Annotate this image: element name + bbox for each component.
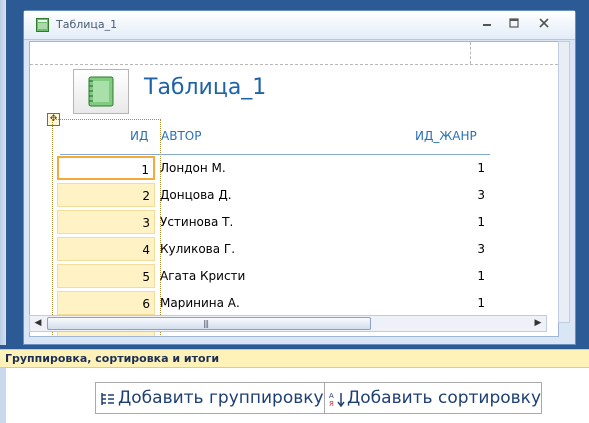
add-sorting-label: Добавить сортировку bbox=[347, 388, 542, 408]
table-icon bbox=[36, 18, 49, 32]
author-cell[interactable]: Донцова Д. bbox=[160, 188, 232, 202]
author-cell[interactable]: Маринина А. bbox=[160, 296, 240, 310]
maximize-icon bbox=[509, 18, 519, 28]
vertical-scrollbar[interactable] bbox=[558, 41, 570, 323]
scroll-thumb[interactable]: ||| bbox=[47, 317, 371, 330]
author-cell[interactable]: Куликова Г. bbox=[160, 242, 235, 256]
id-cell[interactable]: 3 bbox=[57, 210, 155, 234]
group-sort-panel: Добавить группировку A Я Добавить сортир… bbox=[0, 368, 589, 423]
table-row: 5 Агата Кристи 1 bbox=[30, 263, 558, 290]
table-row: 3 Устинова Т. 1 bbox=[30, 209, 558, 236]
grip-icon: ||| bbox=[203, 319, 209, 328]
section-divider bbox=[30, 64, 558, 65]
close-icon bbox=[539, 18, 549, 28]
horizontal-scrollbar[interactable]: ◀ ||| ▶ bbox=[29, 315, 547, 332]
author-cell[interactable]: Лондон М. bbox=[160, 161, 226, 175]
genre-cell[interactable]: 1 bbox=[470, 161, 485, 175]
notebook-icon bbox=[88, 76, 114, 107]
id-cell[interactable]: 4 bbox=[57, 237, 155, 261]
add-sorting-button[interactable]: A Я Добавить сортировку bbox=[324, 382, 542, 414]
genre-cell[interactable]: 1 bbox=[470, 269, 485, 283]
minimize-icon bbox=[483, 24, 491, 26]
genre-cell[interactable]: 3 bbox=[470, 188, 485, 202]
id-cell[interactable]: 2 bbox=[57, 183, 155, 207]
margin-guide bbox=[470, 42, 471, 64]
svg-text:Я: Я bbox=[329, 400, 334, 407]
author-cell[interactable]: Устинова Т. bbox=[160, 215, 233, 229]
genre-cell[interactable]: 3 bbox=[470, 242, 485, 256]
grouping-icon bbox=[101, 393, 114, 405]
table-row: 6 Маринина А. 1 bbox=[30, 290, 558, 317]
report-title[interactable]: Таблица_1 bbox=[144, 75, 266, 100]
header-id[interactable]: ИД bbox=[130, 129, 148, 143]
table-row: 4 Куликова Г. 3 bbox=[30, 236, 558, 263]
table-row: 1 Лондон М. 1 bbox=[30, 155, 558, 182]
window-titlebar: Таблица_1 bbox=[24, 11, 575, 40]
sort-az-icon: A Я bbox=[329, 392, 345, 407]
genre-cell[interactable]: 1 bbox=[470, 215, 485, 229]
header-author[interactable]: АВТОР bbox=[161, 129, 201, 143]
id-cell[interactable]: 5 bbox=[57, 264, 155, 288]
group-sort-panel-title: Группировка, сортировка и итоги bbox=[5, 352, 220, 365]
report-window: Таблица_1 Таблица_1 ✥ ИД АВТОР ИД_ЖАНР 1… bbox=[23, 10, 576, 345]
header-genre-id[interactable]: ИД_ЖАНР bbox=[415, 129, 477, 143]
report-logo-box[interactable] bbox=[73, 69, 129, 114]
scroll-right-icon[interactable]: ▶ bbox=[532, 317, 544, 330]
author-cell[interactable]: Агата Кристи bbox=[160, 269, 245, 283]
genre-cell[interactable]: 1 bbox=[470, 296, 485, 310]
add-grouping-label: Добавить группировку bbox=[118, 388, 324, 408]
report-canvas: Таблица_1 ✥ ИД АВТОР ИД_ЖАНР 1 Лондон М.… bbox=[29, 41, 559, 337]
table-row: 2 Донцова Д. 3 bbox=[30, 182, 558, 209]
group-sort-panel-header: Группировка, сортировка и итоги bbox=[0, 349, 589, 368]
maximize-button[interactable] bbox=[502, 15, 526, 35]
window-title: Таблица_1 bbox=[56, 18, 118, 31]
id-cell[interactable]: 6 bbox=[57, 291, 155, 315]
id-cell[interactable]: 1 bbox=[57, 156, 155, 180]
minimize-button[interactable] bbox=[475, 15, 499, 35]
scroll-left-icon[interactable]: ◀ bbox=[32, 317, 44, 330]
svg-text:A: A bbox=[329, 392, 334, 400]
left-edge bbox=[0, 0, 6, 345]
add-grouping-button[interactable]: Добавить группировку bbox=[95, 382, 327, 414]
close-button[interactable] bbox=[532, 15, 556, 35]
